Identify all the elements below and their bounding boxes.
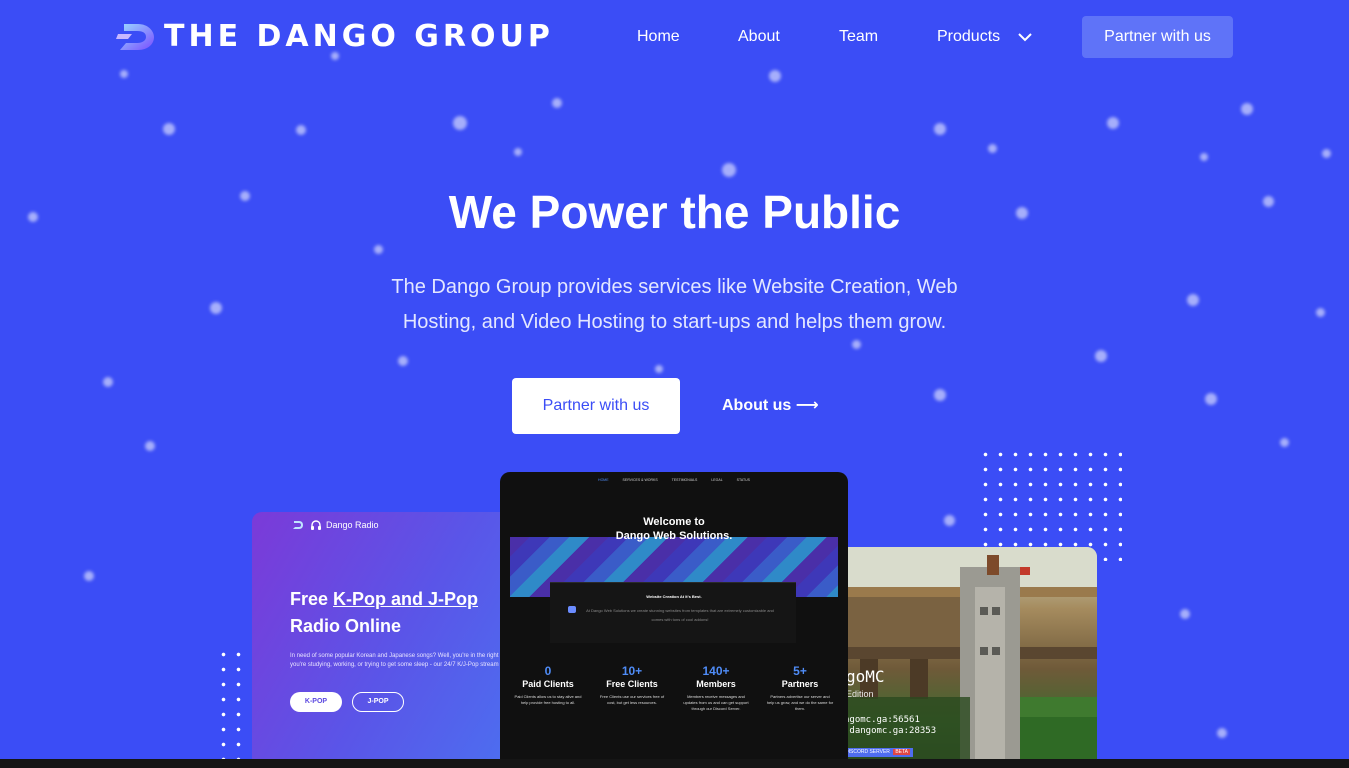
hero-partner-button[interactable]: Partner with us — [512, 378, 680, 434]
nav-team-link[interactable]: Team — [839, 27, 878, 47]
web-nav-status[interactable]: STATUS — [737, 478, 750, 482]
web-nav-home[interactable]: HOME — [598, 478, 609, 482]
brand-logo[interactable]: THE DANGO GROUP — [116, 20, 554, 54]
web-nav-services[interactable]: SERVICES & WORKS — [623, 478, 658, 482]
radio-headline-suffix: Radio Online — [290, 616, 402, 636]
dot-grid-left — [216, 647, 246, 759]
kpop-button[interactable]: K-POP — [290, 692, 342, 712]
dango-logo-icon — [116, 24, 154, 50]
stat-label: Paid Clients — [522, 679, 574, 689]
web-nav-testimonials[interactable]: TESTIMONIALS — [672, 478, 698, 482]
nav-products-link[interactable]: Products — [937, 27, 1000, 47]
nav-partner-button[interactable]: Partner with us — [1082, 16, 1233, 58]
mc-discord-badge[interactable]: DISCORD SERVER BETA — [842, 748, 914, 757]
hero-about-link[interactable]: About us ⟶ — [722, 396, 819, 416]
brand-name: THE DANGO GROUP — [164, 19, 554, 54]
stat-description: Members receive messages and updates fro… — [683, 694, 749, 711]
bottom-edge-bar — [0, 759, 1349, 768]
headphones-icon — [311, 520, 321, 530]
stat-label: Members — [696, 679, 736, 689]
stat-free-clients: 10+ Free Clients Free Clients use our se… — [590, 664, 674, 712]
radio-headline: Free K-Pop and J-Pop Radio Online — [290, 586, 512, 640]
stat-members: 140+ Members Members receive messages an… — [674, 664, 758, 712]
stat-paid-clients: 0 Paid Clients Paid Clients allow us to … — [506, 664, 590, 712]
radio-headline-highlight: K-Pop and J-Pop — [333, 589, 479, 609]
jpop-button[interactable]: J-POP — [352, 692, 404, 712]
discord-icon — [568, 606, 576, 613]
mc-title: goMC — [846, 667, 885, 686]
top-navbar: THE DANGO GROUP Home About Team Products… — [0, 0, 1349, 76]
stat-description: Free Clients use our services free of co… — [599, 694, 665, 705]
dot-grid-right — [978, 447, 1122, 561]
web-title-line1: Welcome to — [643, 516, 705, 528]
radio-brand: Dango Radio — [326, 520, 379, 530]
stat-value: 10+ — [621, 664, 643, 678]
stat-value: 0 — [544, 664, 552, 678]
mc-edition: Edition — [846, 689, 874, 699]
radio-preview-card: Dango Radio Free K-Pop and J-Pop Radio O… — [252, 512, 512, 768]
dango-logo-icon — [293, 521, 303, 529]
web-nav-legal[interactable]: LEGAL — [711, 478, 722, 482]
mc-ip-1: ngomc.ga:56561 — [844, 715, 920, 725]
web-title-line2: Dango Web Solutions. — [615, 530, 733, 542]
stat-description: Partners advertise our server and help u… — [766, 694, 834, 711]
chevron-down-icon[interactable] — [1018, 30, 1032, 44]
stat-label: Partners — [781, 679, 819, 689]
radio-header: Dango Radio — [292, 519, 379, 531]
stat-value: 140+ — [702, 664, 730, 678]
radio-description: In need of some popular Korean and Japan… — [290, 653, 512, 668]
stat-description: Paid Clients allow us to stay alive and … — [514, 694, 582, 705]
web-card-nav: HOME SERVICES & WORKS TESTIMONIALS LEGAL… — [500, 478, 848, 482]
nav-home-link[interactable]: Home — [637, 27, 680, 47]
stat-value: 5+ — [793, 664, 807, 678]
web-blurb: At Dango Web Solutions we create stunnin… — [586, 608, 774, 622]
radio-headline-prefix: Free — [290, 589, 334, 609]
stat-partners: 5+ Partners Partners advertise our serve… — [758, 664, 842, 712]
hero-subtitle: The Dango Group provides services like W… — [391, 276, 958, 333]
hero-title: We Power the Public — [448, 186, 901, 238]
web-hero-title: Welcome to Dango Web Solutions. — [500, 515, 848, 543]
mc-discord-label: DISCORD SERVER — [845, 749, 890, 755]
nav-about-link[interactable]: About — [738, 27, 780, 47]
stat-label: Free Clients — [606, 679, 658, 689]
mc-beta-badge: BETA — [893, 749, 911, 755]
minecraft-preview-card: goMC Edition ngomc.ga:56561 .dangomc.ga:… — [840, 547, 1097, 768]
web-tagline: Website Creation At It's Best. — [646, 594, 702, 599]
mc-ip-2: .dangomc.ga:28353 — [844, 726, 937, 736]
web-solutions-preview-card: HOME SERVICES & WORKS TESTIMONIALS LEGAL… — [500, 472, 848, 768]
web-stats-row: 0 Paid Clients Paid Clients allow us to … — [506, 664, 842, 712]
